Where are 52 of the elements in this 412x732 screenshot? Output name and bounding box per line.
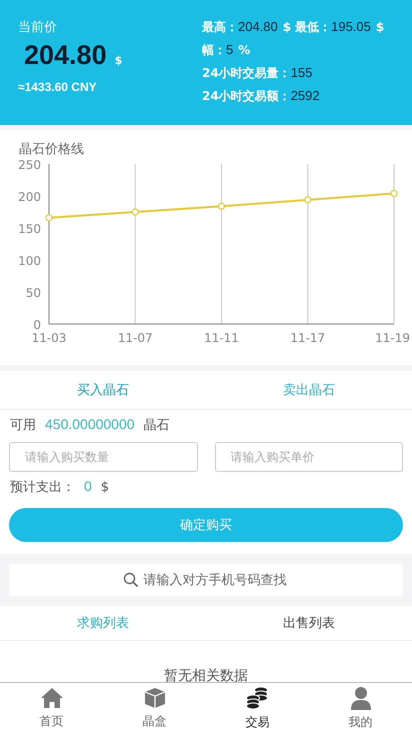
nav-label: 首页 [40,712,64,730]
x-tick-label: 11-03 [32,331,66,345]
x-tick-label: 11-07 [118,331,153,345]
person-icon [350,686,372,710]
stat-value: 155 [290,65,312,80]
stat-unit: % [238,43,250,57]
price-value: 204.80 [24,40,107,71]
stat-label: 24小时交易量： [202,65,291,82]
y-tick-label: 100 [18,254,41,268]
y-tick-label: 250 [18,160,41,172]
stat-value: 195.05 [331,19,371,34]
input-field[interactable]: 请输入购买单价 [214,442,403,472]
price-unit: $ [114,54,122,67]
home-icon [40,686,64,708]
nav-label: 我的 [348,714,372,730]
stat-value: 204.80 [238,19,278,34]
coins-icon [246,686,270,710]
y-tick-label: 200 [18,190,41,204]
available-label: 可用 [10,417,36,434]
available-unit: 晶石 [144,417,170,434]
data-point [218,202,226,210]
data-point [45,214,53,222]
estimate-unit: $ [100,480,110,495]
stat-unit: $ [376,20,384,34]
price-label: 当前价 [18,19,58,36]
empty-message: 暂无相关数据 [163,667,249,685]
stat-label: 幅： [202,42,226,59]
data-point [304,196,312,204]
y-tick-label: 150 [18,222,41,236]
x-tick-label: 11-11 [204,331,239,345]
estimate-value: 0 [84,478,92,494]
stat-unit: $ [282,20,292,34]
stat-value: 2592 [290,88,320,103]
search-field[interactable]: 请输入对方手机号码查找 [9,564,403,596]
stat-value: 5 [226,42,234,57]
y-tick-label: 50 [26,286,41,300]
box-icon [144,686,166,708]
nav-label: 晶盒 [142,712,166,730]
input-field[interactable]: 请输入购买数量 [9,442,198,472]
chart-title: 晶石价格线 [18,141,85,158]
stat-label: 24小时交易额： [202,88,291,105]
cny-value: ≈1433.60 CNY [18,80,98,94]
data-point [390,190,398,198]
data-point [132,208,139,216]
x-tick-label: 11-19 [375,331,410,345]
x-tick-label: 11-17 [290,331,326,345]
nav-label: 交易 [246,714,270,730]
stat-label: 最低： [295,19,332,36]
estimate-label: 预计支出： [10,479,75,496]
y-tick-label: 0 [33,318,41,332]
available-value: 450.00000000 [45,416,135,432]
stat-label: 最高： [202,19,238,36]
